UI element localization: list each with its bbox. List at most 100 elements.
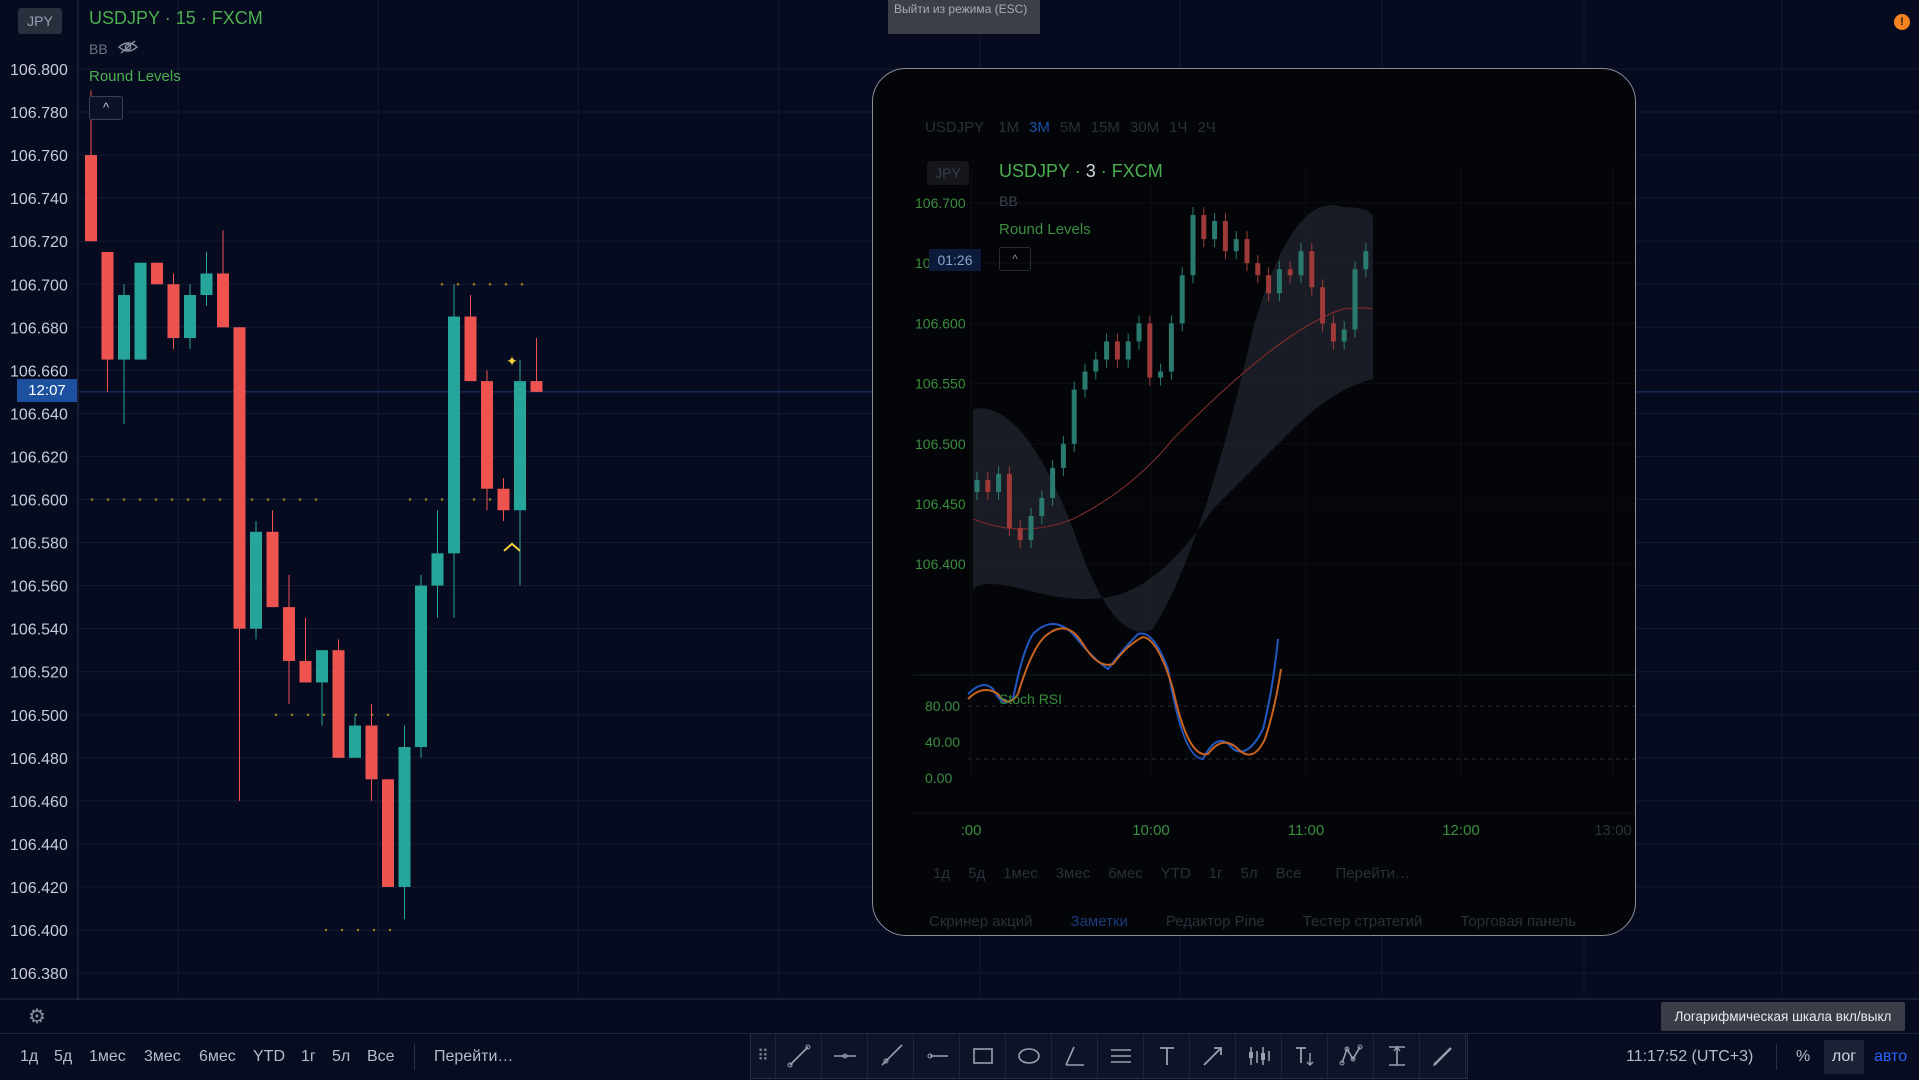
trend-line-tool-button[interactable] — [776, 1034, 822, 1078]
preview-candle — [1006, 473, 1012, 529]
range-1d-button[interactable]: 1д — [20, 1048, 38, 1066]
preview-candle — [1320, 287, 1326, 324]
preview-candle — [1104, 341, 1110, 360]
preview-timeframe-toolbar: USDJPY 1М 3М 5М 15М 30М 1Ч 2Ч — [925, 119, 1240, 136]
preview-candle — [1341, 329, 1347, 342]
preview-bb-label: BB — [999, 193, 1018, 209]
candle — [167, 273, 180, 349]
candle — [118, 284, 130, 425]
horizontal-line-tool-button[interactable] — [822, 1034, 868, 1078]
price-tick-label: 106.440 — [10, 837, 68, 854]
preview-timeframes: 1М 3М 5М 15М 30М 1Ч 2Ч — [998, 119, 1226, 136]
preview-chart: 106.700106.650106.600106.550106.500106.4… — [913, 169, 1635, 839]
round-level-dot — [290, 713, 294, 717]
angle-icon — [1064, 1046, 1084, 1066]
trend-line-icon — [787, 1044, 810, 1068]
round-level-dot — [324, 928, 328, 932]
range-6m-button[interactable]: 6мес — [199, 1048, 236, 1066]
preview-candle — [1298, 251, 1304, 276]
round-level-dot — [408, 498, 412, 501]
bb-indicator-row[interactable]: BB — [89, 40, 138, 57]
notification-badge[interactable]: ! — [1894, 14, 1910, 30]
currency-badge[interactable]: JPY — [18, 8, 62, 34]
percent-scale-button[interactable]: % — [1796, 1048, 1810, 1066]
round-level-dot — [250, 498, 254, 501]
preview-candle — [996, 473, 1002, 492]
clock-timezone[interactable]: 11:17:52 (UTC+3) — [1626, 1048, 1753, 1066]
preview-stoch-tick: 0.00 — [925, 770, 952, 786]
pattern-tool-button[interactable] — [1328, 1034, 1374, 1078]
exit-fullscreen-hint[interactable]: Выйти из режима (ESC) — [888, 0, 1040, 34]
preview-price-tick: 106.550 — [915, 376, 966, 392]
round-level-dot — [488, 498, 492, 501]
preview-stoch-tick: 80.00 — [925, 698, 960, 714]
range-3m-button[interactable]: 3мес — [144, 1048, 181, 1066]
preview-time-tick: 10:00 — [1132, 822, 1170, 839]
preview-price-tick: 106.400 — [915, 556, 966, 572]
preview-candle — [1147, 323, 1153, 378]
preview-range-bar: 1д 5д 1мес 3мес 6мес YTD 1г 5л Все Перейти… — [933, 865, 1428, 882]
round-level-dot — [340, 928, 344, 932]
eye-hidden-icon[interactable] — [117, 40, 138, 57]
log-scale-button[interactable]: лог — [1824, 1040, 1864, 1074]
preview-candle — [1330, 323, 1336, 342]
horizontal-ray-tool-button[interactable] — [914, 1034, 960, 1078]
ray-tool-button[interactable] — [868, 1034, 914, 1078]
title-separator: · — [159, 8, 176, 28]
text-icon — [1159, 1047, 1174, 1065]
range-all-button[interactable]: Все — [367, 1048, 395, 1066]
candle — [349, 714, 361, 758]
exchange-label: FXCM — [211, 8, 263, 28]
range-1m-button[interactable]: 1мес — [89, 1048, 126, 1066]
round-level-dot — [90, 498, 94, 501]
candle — [266, 510, 279, 608]
gear-icon[interactable]: ⚙ — [28, 1004, 46, 1029]
range-1y-button[interactable]: 1г — [301, 1048, 316, 1066]
round-level-dot — [372, 928, 376, 932]
rectangle-tool-button[interactable] — [960, 1034, 1006, 1078]
range-ytd-button[interactable]: YTD — [253, 1048, 285, 1066]
preview-bottom-tab: Торговая панель — [1460, 913, 1577, 930]
round-level-dot — [122, 498, 126, 501]
price-tick-label: 106.400 — [10, 923, 68, 940]
preview-candle — [974, 479, 980, 492]
price-label-tool-button[interactable] — [1282, 1034, 1328, 1078]
round-level-dot — [314, 498, 318, 501]
arrow-tool-button[interactable] — [1190, 1034, 1236, 1078]
round-levels-indicator-label[interactable]: Round Levels — [89, 68, 181, 85]
preview-time-tick: 12:00 — [1442, 822, 1480, 839]
round-level-dot — [298, 498, 302, 501]
preview-candle — [1179, 275, 1185, 324]
preview-bottom-tab: Заметки — [1070, 913, 1128, 930]
candle — [398, 725, 411, 920]
preview-candle — [1287, 269, 1293, 276]
round-level-dot — [138, 498, 142, 501]
goto-date-button[interactable]: Перейти… — [434, 1048, 513, 1066]
collapse-indicators-button[interactable]: ^ — [89, 96, 123, 120]
auto-scale-button[interactable]: авто — [1874, 1048, 1907, 1066]
preview-range-button: YTD — [1160, 865, 1191, 882]
price-range-tool-button[interactable] — [1374, 1034, 1420, 1078]
arrow-icon — [1202, 1047, 1222, 1066]
long-position-tool-button[interactable] — [1236, 1034, 1282, 1078]
preview-timeframe: 5М — [1059, 119, 1081, 136]
preview-candle — [1255, 263, 1261, 276]
candle — [497, 477, 510, 522]
pattern-icon — [1339, 1044, 1362, 1066]
round-level-dot — [274, 713, 278, 717]
symbol-header[interactable]: USDJPY · 15 · FXCM — [89, 8, 263, 29]
caret-signal-icon — [503, 542, 521, 552]
preview-timeframe: 2Ч — [1197, 119, 1216, 136]
text-tool-button[interactable] — [1144, 1034, 1190, 1078]
drag-handle-icon[interactable]: ⠿ — [751, 1034, 776, 1078]
parallel-channel-tool-button[interactable] — [1098, 1034, 1144, 1078]
range-5d-button[interactable]: 5д — [54, 1048, 72, 1066]
price-label-icon — [1295, 1047, 1313, 1066]
range-5y-button[interactable]: 5л — [332, 1048, 350, 1066]
preview-stoch-tick: 40.00 — [925, 734, 960, 750]
candle — [283, 574, 295, 704]
angle-tool-button[interactable] — [1052, 1034, 1098, 1078]
ellipse-tool-button[interactable] — [1006, 1034, 1052, 1078]
brush-tool-button[interactable] — [1420, 1034, 1466, 1078]
round-level-dot — [186, 498, 190, 501]
